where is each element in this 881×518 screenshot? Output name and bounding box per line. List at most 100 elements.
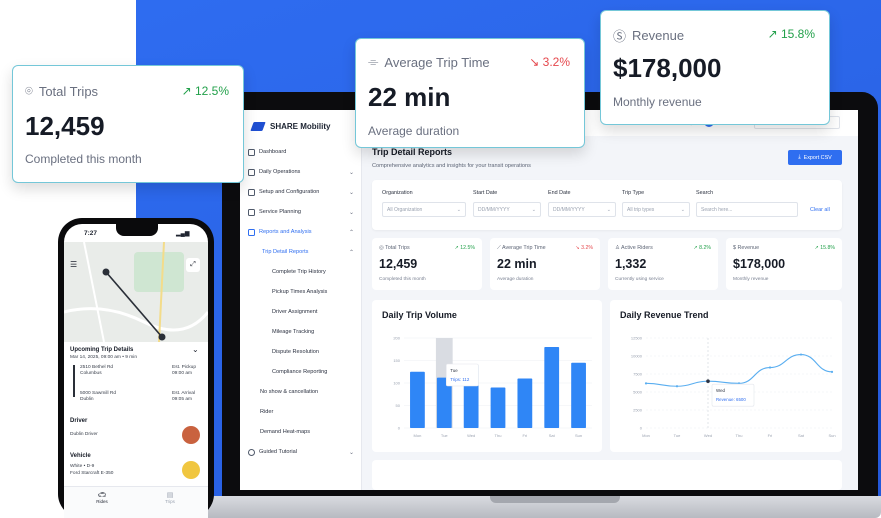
main-content: ⌕ ⚙ Savana Khan SHARE Mobility Trip Deta… bbox=[362, 110, 858, 490]
sidebar-item-dispute-resolution[interactable]: Dispute Resolution bbox=[240, 342, 362, 362]
card-value: 12,459 bbox=[25, 111, 105, 141]
kpi-revenue: $ Revenue ↗ 15.8% $178,000 Monthly reven… bbox=[726, 238, 842, 290]
data-point bbox=[706, 379, 710, 383]
tab-trips[interactable]: ▤ Trips bbox=[160, 491, 180, 504]
chevron-down-icon: ⌄ bbox=[456, 206, 461, 213]
sidebar-item-compliance-reporting[interactable]: Compliance Reporting bbox=[240, 362, 362, 382]
vehicle-image bbox=[182, 461, 200, 479]
brand: SHARE Mobility bbox=[250, 122, 331, 131]
x-tick-label: Thu bbox=[736, 433, 743, 438]
search-placeholder: Search here... bbox=[701, 206, 733, 213]
laptop-screen: SHARE Mobility Dashboard Daily Operation… bbox=[240, 110, 858, 490]
data-point bbox=[675, 385, 679, 388]
chevron-down-icon: ⌄ bbox=[348, 209, 354, 216]
chevron-down-icon: ⌄ bbox=[348, 449, 354, 456]
daily-revenue-trend-panel: Daily Revenue Trend 12500 10000 7500 5000 25… bbox=[610, 300, 842, 452]
filter-label-start-date: Start Date bbox=[473, 190, 498, 196]
page-title: Trip Detail Reports bbox=[372, 147, 453, 157]
sidebar-nav: Dashboard Daily Operations ⌄ Setup and Co… bbox=[240, 142, 362, 462]
start-date-input[interactable]: DD/MM/YYYY ⌄ bbox=[473, 202, 541, 217]
card-label-text: Total Trips bbox=[38, 83, 99, 99]
sidebar-item-setup[interactable]: Setup and Configuration ⌄ bbox=[240, 182, 362, 202]
search-input[interactable]: Search here... bbox=[696, 202, 798, 217]
phone-tab-bar: 🚗︎ Rides ▤ Trips bbox=[64, 486, 208, 518]
kpi-sub: Average duration bbox=[497, 277, 534, 282]
driver-name: Dublin Driver bbox=[70, 432, 98, 437]
sidebar-item-label: Pickup Times Analysis bbox=[272, 289, 328, 295]
series-line bbox=[645, 354, 833, 387]
daily-trip-volume-panel: Daily Trip Volume 200 150 100 50 0 Mon Tue Wed T… bbox=[372, 300, 602, 452]
kpi-trend-value: 3.2% bbox=[581, 245, 593, 251]
tab-rides[interactable]: 🚗︎ Rides bbox=[92, 491, 112, 504]
sidebar-item-label: Daily Operations bbox=[259, 169, 301, 175]
stop1-time: 09:00 am bbox=[172, 371, 193, 376]
trip-type-select[interactable]: All trip types ⌄ bbox=[622, 202, 690, 217]
sidebar-item-trip-detail-reports[interactable]: Trip Detail Reports ⌃ bbox=[240, 242, 362, 262]
expand-icon[interactable]: ⤢ bbox=[186, 258, 200, 272]
kpi-trend: ↘ 3.2% bbox=[575, 245, 593, 251]
organization-select[interactable]: All Organization ⌄ bbox=[382, 202, 466, 217]
x-tick-label: Wed bbox=[467, 433, 475, 438]
sidebar-item-complete-trip-history[interactable]: Complete Trip History bbox=[240, 262, 362, 282]
vehicle-color: White • D-9 bbox=[70, 464, 95, 469]
sidebar-item-daily-operations[interactable]: Daily Operations ⌄ bbox=[240, 162, 362, 182]
sidebar-item-label: Guided Tutorial bbox=[259, 449, 297, 455]
kpi-value: 22 min bbox=[497, 257, 537, 271]
sidebar-item-driver-assignment[interactable]: Driver Assignment bbox=[240, 302, 362, 322]
y-tick-label: 7500 bbox=[633, 372, 643, 377]
card-average-trip-time: ⌯ Average Trip Time ↘ 3.2% 22 min Average… bbox=[355, 38, 585, 148]
route-line bbox=[73, 365, 75, 397]
vehicle-heading: Vehicle bbox=[70, 453, 91, 459]
chevron-up-icon: ⌃ bbox=[348, 249, 354, 256]
sidebar-item-label: Trip Detail Reports bbox=[262, 249, 309, 255]
dollar-circle-icon: Ⓢ bbox=[613, 29, 627, 44]
kpi-label: ♙ Active Riders bbox=[615, 245, 653, 251]
filter-label-trip-type: Trip Type bbox=[622, 190, 645, 196]
sidebar-item-guided-tutorial[interactable]: Guided Tutorial ⌄ bbox=[240, 442, 362, 462]
sidebar-item-demand-heatmaps[interactable]: Demand Heat-maps bbox=[240, 422, 362, 442]
y-tick-label: 100 bbox=[393, 381, 400, 386]
operations-icon bbox=[248, 168, 255, 176]
sidebar-item-dashboard[interactable]: Dashboard bbox=[240, 142, 362, 162]
sidebar-item-pickup-times[interactable]: Pickup Times Analysis bbox=[240, 282, 362, 302]
brand-name: SHARE Mobility bbox=[270, 122, 331, 131]
kpi-total-trips: ◎ Total Trips ↗ 12.5% 12,459 Completed t… bbox=[372, 238, 482, 290]
kpi-average-trip-time: ⟋ Average Trip Time ↘ 3.2% 22 min Averag… bbox=[490, 238, 600, 290]
phone-time: 7:27 bbox=[84, 230, 98, 237]
tab-rides-label: Rides bbox=[96, 499, 108, 504]
sidebar-item-label: Service Planning bbox=[259, 209, 301, 215]
reports-icon bbox=[248, 228, 255, 236]
sidebar-item-no-show[interactable]: No show & cancellation bbox=[240, 382, 362, 402]
card-trend-value: 3.2% bbox=[542, 55, 570, 69]
sidebar-item-label: Setup and Configuration bbox=[259, 189, 320, 195]
filter-label-end-date: End Date bbox=[548, 190, 571, 196]
sidebar-item-service-planning[interactable]: Service Planning ⌄ bbox=[240, 202, 362, 222]
y-tick-label: 0 bbox=[640, 426, 643, 431]
download-icon: ⤓ bbox=[798, 154, 801, 160]
clear-all-link[interactable]: Clear all bbox=[810, 207, 830, 213]
card-label-text: Revenue bbox=[632, 28, 685, 43]
export-csv-button[interactable]: ⤓ Export CSV bbox=[788, 150, 842, 165]
sidebar-item-mileage-tracking[interactable]: Mileage Tracking bbox=[240, 322, 362, 342]
x-tick-label: Thu bbox=[495, 433, 502, 438]
trip-title: Upcoming Trip Details bbox=[70, 347, 134, 353]
y-tick-label: 200 bbox=[393, 336, 400, 341]
card-trend: ↗ 15.8% bbox=[767, 27, 815, 41]
chevron-down-icon[interactable]: ⌄ bbox=[192, 345, 199, 354]
data-point bbox=[830, 370, 834, 373]
map-graphic bbox=[64, 241, 208, 343]
end-date-input[interactable]: DD/MM/YYYY ⌄ bbox=[548, 202, 616, 217]
card-label: ⌯ Average Trip Time bbox=[368, 54, 490, 70]
bar bbox=[571, 362, 586, 428]
x-tick-label: Sat bbox=[549, 433, 556, 438]
sidebar-item-rider[interactable]: Rider bbox=[240, 402, 362, 422]
x-tick-label: Sun bbox=[575, 433, 582, 438]
card-sub: Average duration bbox=[368, 124, 460, 138]
tooltip-value: Revenue: 6500 bbox=[716, 397, 746, 402]
sidebar-item-reports[interactable]: Reports and Analysis ⌃ bbox=[240, 222, 362, 242]
export-label: Export CSV bbox=[803, 154, 832, 161]
sidebar-item-label: Dashboard bbox=[259, 149, 287, 155]
list-icon: ▤ bbox=[166, 492, 174, 499]
y-tick-label: 5000 bbox=[633, 390, 643, 395]
menu-icon[interactable]: ☰ bbox=[70, 260, 77, 269]
